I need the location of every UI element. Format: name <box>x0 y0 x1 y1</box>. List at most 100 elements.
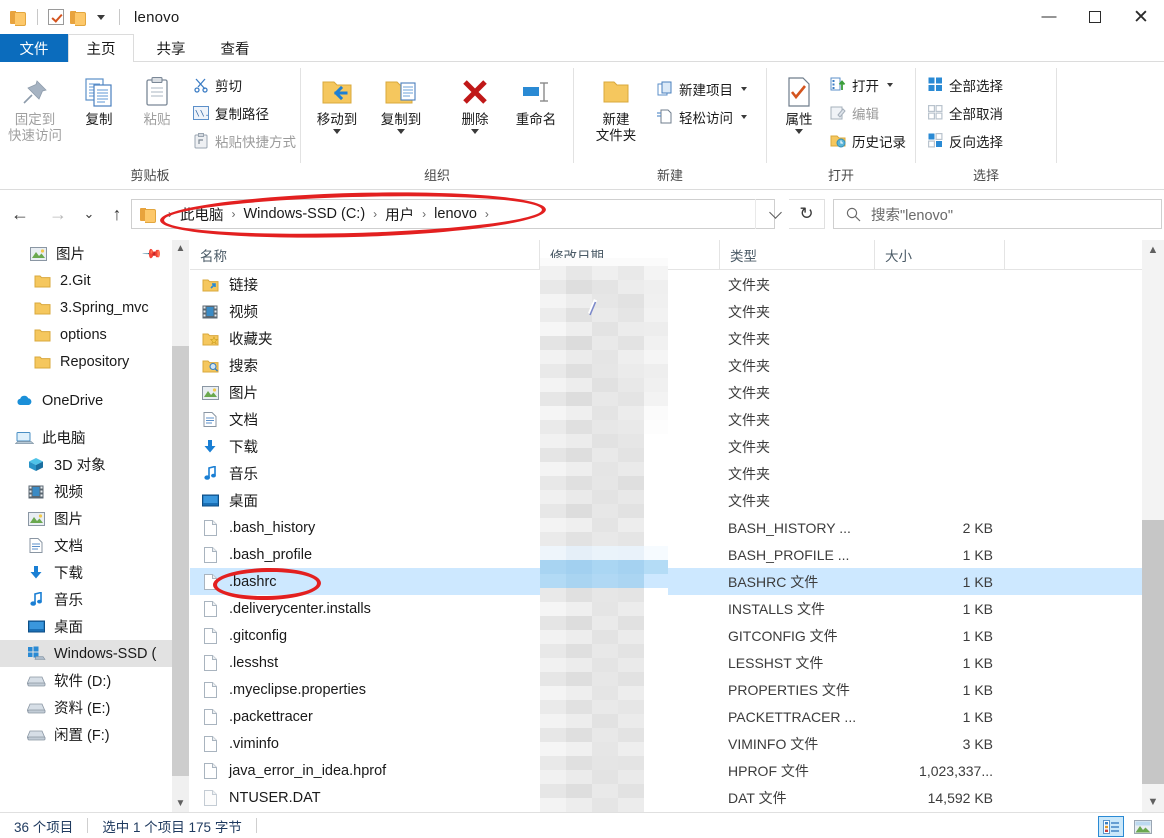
crumb-separator[interactable]: › <box>417 207 431 221</box>
history-button[interactable]: 历史记录 <box>829 128 906 153</box>
sidebar-item-repository[interactable]: Repository <box>0 348 172 375</box>
table-row[interactable]: .myeclipse.properties PROPERTIES 文件 1 KB <box>190 676 1142 703</box>
maximize-button[interactable] <box>1072 0 1118 34</box>
table-row[interactable]: .gitconfig GITCONFIG 文件 1 KB <box>190 622 1142 649</box>
chevron-down-icon[interactable]: ▼ <box>172 795 189 812</box>
recent-locations-button[interactable]: ⌄ <box>76 198 102 230</box>
column-header-name[interactable]: 名称 <box>190 239 540 270</box>
minimize-button[interactable]: — <box>1026 0 1072 34</box>
copy-to-caret-icon[interactable] <box>397 129 405 134</box>
table-row[interactable]: .packettracer PACKETTRACER ... 1 KB <box>190 703 1142 730</box>
select-none-button[interactable]: 全部取消 <box>926 100 1003 125</box>
column-header-date[interactable]: 修改日期 <box>540 239 720 270</box>
tab-share[interactable]: 共享 <box>140 34 202 62</box>
rename-button[interactable]: 重命名 <box>504 68 568 128</box>
back-button[interactable]: ← <box>0 198 40 230</box>
sidebar-item-3d-objects[interactable]: 3D 对象 <box>0 451 172 478</box>
close-button[interactable]: ✕ <box>1118 0 1164 34</box>
new-folder-icon[interactable] <box>70 10 87 26</box>
sidebar-item-this-pc[interactable]: 此电脑 <box>0 424 172 451</box>
open-caret-icon[interactable] <box>887 82 893 87</box>
folder-icon[interactable] <box>10 10 27 26</box>
breadcrumb-item-windows-ssd[interactable]: Windows-SSD (C:) <box>241 206 369 222</box>
tab-view[interactable]: 查看 <box>204 34 266 62</box>
column-header-type[interactable]: 类型 <box>720 239 875 270</box>
sidebar-item-drive-d[interactable]: 软件 (D:) <box>0 667 172 694</box>
customize-caret-icon[interactable] <box>97 14 105 20</box>
delete-caret-icon[interactable] <box>471 129 479 134</box>
sidebar-item-documents[interactable]: 文档 <box>0 532 172 559</box>
forward-button[interactable]: → <box>40 198 76 230</box>
chevron-up-icon[interactable]: ▲ <box>1142 240 1164 260</box>
sidebar-item-windows-ssd[interactable]: Windows-SSD ( <box>0 640 172 667</box>
breadcrumb-item-users[interactable]: 用户 <box>382 204 417 225</box>
sidebar-item-drive-e[interactable]: 资料 (E:) <box>0 694 172 721</box>
sidebar-item-3spring-mvc[interactable]: 3.Spring_mvc <box>0 294 172 321</box>
copy-to-button[interactable]: 复制到 <box>369 68 433 134</box>
sidebar-item-options[interactable]: options <box>0 321 172 348</box>
table-row[interactable]: .deliverycenter.installs INSTALLS 文件 1 K… <box>190 595 1142 622</box>
open-button[interactable]: 打开 <box>829 72 906 97</box>
table-row[interactable]: .bash_history BASH_HISTORY ... 2 KB <box>190 514 1142 541</box>
properties-caret-icon[interactable] <box>795 129 803 134</box>
up-button[interactable]: ↑ <box>102 198 132 230</box>
table-row[interactable]: 音乐 文件夹 <box>190 460 1142 487</box>
new-folder-button[interactable]: 新建 文件夹 <box>584 68 648 144</box>
large-icons-view-button[interactable] <box>1130 816 1156 837</box>
pin-to-quick-access-button[interactable]: 固定到 快速访问 <box>0 68 70 144</box>
search-input[interactable]: 搜索"lenovo" <box>833 199 1162 229</box>
table-row[interactable]: 视频 文件夹 <box>190 298 1142 325</box>
properties-button[interactable]: 属性 <box>775 68 823 134</box>
file-list-scrollbar[interactable]: ▲ ▼ <box>1142 240 1164 812</box>
chevron-down-icon[interactable]: ▼ <box>1142 792 1164 812</box>
table-row[interactable]: 链接 文件夹 <box>190 271 1142 298</box>
table-row[interactable]: 图片 文件夹 <box>190 379 1142 406</box>
table-row[interactable]: 桌面 文件夹 <box>190 487 1142 514</box>
tab-home[interactable]: 主页 <box>68 34 134 63</box>
table-row[interactable]: 收藏夹 文件夹 <box>190 325 1142 352</box>
refresh-button[interactable]: ↻ <box>789 199 825 229</box>
column-header-size[interactable]: 大小 <box>875 239 1005 270</box>
table-row[interactable]: .bashrc BASHRC 文件 1 KB <box>190 568 1142 595</box>
breadcrumb-item-lenovo[interactable]: lenovo <box>431 206 480 222</box>
column-header-spare[interactable] <box>1005 240 1140 270</box>
sidebar-item-pictures-qa[interactable]: 图片 📌 <box>0 240 172 267</box>
breadcrumb-item-this-pc[interactable]: 此电脑 <box>177 204 227 225</box>
sidebar-item-downloads[interactable]: 下载 <box>0 559 172 586</box>
easy-access-button[interactable]: 轻松访问 <box>656 104 747 129</box>
table-row[interactable]: 文档 文件夹 <box>190 406 1142 433</box>
move-to-caret-icon[interactable] <box>333 129 341 134</box>
table-row[interactable]: NTUSER.DAT DAT 文件 14,592 KB <box>190 784 1142 811</box>
table-row[interactable]: .bash_profile BASH_PROFILE ... 1 KB <box>190 541 1142 568</box>
table-row[interactable]: 搜索 文件夹 <box>190 352 1142 379</box>
sidebar-item-desktop[interactable]: 桌面 <box>0 613 172 640</box>
crumb-separator[interactable]: › <box>480 207 494 221</box>
sidebar-item-drive-f[interactable]: 闲置 (F:) <box>0 721 172 748</box>
select-all-button[interactable]: 全部选择 <box>926 72 1003 97</box>
sidebar-item-videos[interactable]: 视频 <box>0 478 172 505</box>
cut-button[interactable]: 剪切 <box>192 72 296 97</box>
crumb-separator[interactable]: › <box>368 207 382 221</box>
copy-button[interactable]: 复制 <box>70 68 128 128</box>
new-item-button[interactable]: 新建项目 <box>656 76 747 101</box>
copy-path-button[interactable]: \\.. 复制路径 <box>192 100 296 125</box>
delete-button[interactable]: 删除 <box>446 68 504 134</box>
details-view-button[interactable] <box>1098 816 1124 837</box>
pin-icon[interactable]: 📌 <box>141 242 163 265</box>
scrollbar-thumb[interactable] <box>172 346 189 776</box>
crumb-separator[interactable]: › <box>227 207 241 221</box>
properties-check-icon[interactable] <box>48 9 64 25</box>
move-to-button[interactable]: 移动到 <box>305 68 369 134</box>
table-row[interactable]: .viminfo VIMINFO 文件 3 KB <box>190 730 1142 757</box>
paste-shortcut-button[interactable]: 粘贴快捷方式 <box>192 128 296 153</box>
new-item-caret-icon[interactable] <box>741 86 747 91</box>
table-row[interactable]: .lesshst LESSHST 文件 1 KB <box>190 649 1142 676</box>
navigation-scrollbar[interactable]: ▲ ▼ <box>172 240 189 812</box>
sidebar-item-music[interactable]: 音乐 <box>0 586 172 613</box>
edit-button[interactable]: 编辑 <box>829 100 906 125</box>
sidebar-item-pictures[interactable]: 图片 <box>0 505 172 532</box>
sidebar-item-2git[interactable]: 2.Git <box>0 267 172 294</box>
scrollbar-thumb[interactable] <box>1142 520 1164 784</box>
easy-access-caret-icon[interactable] <box>741 114 747 119</box>
breadcrumb[interactable]: › 此电脑 › Windows-SSD (C:) › 用户 › lenovo › <box>131 199 775 229</box>
